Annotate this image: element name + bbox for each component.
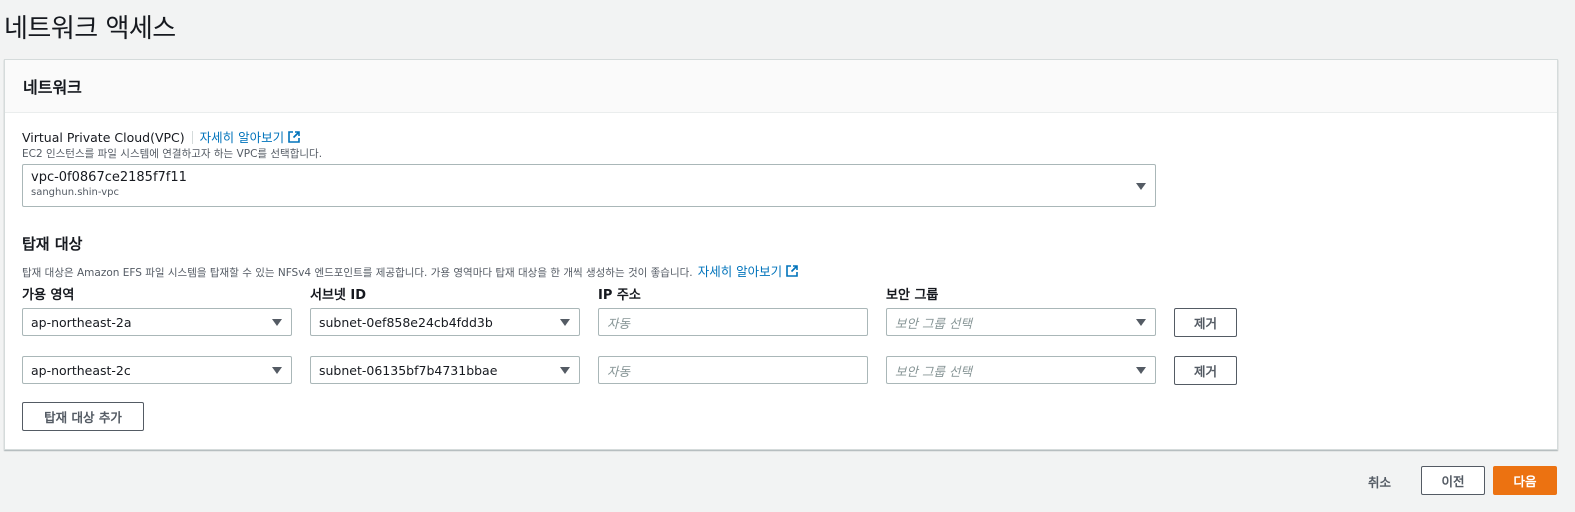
ip-placeholder: 자동 <box>607 315 631 331</box>
az-select[interactable]: ap-northeast-2c <box>22 356 292 384</box>
divider <box>191 131 193 144</box>
add-mount-target-button[interactable]: 탑재 대상 추가 <box>22 402 144 431</box>
az-value: ap-northeast-2a <box>31 314 132 330</box>
az-value: ap-northeast-2c <box>31 362 131 378</box>
caret-down-icon <box>1136 182 1146 190</box>
column-header-ip: IP 주소 <box>598 288 641 303</box>
vpc-selected-id: vpc-0f0867ce2185f7f11 <box>31 170 187 185</box>
subnet-select[interactable]: subnet-06135bf7b4731bbae <box>310 356 580 384</box>
az-select[interactable]: ap-northeast-2a <box>22 308 292 336</box>
caret-down-icon <box>560 367 570 374</box>
caret-down-icon <box>560 319 570 326</box>
security-group-placeholder: 보안 그룹 선택 <box>895 363 972 379</box>
network-section-title: 네트워크 <box>23 78 82 97</box>
vpc-label-row: Virtual Private Cloud(VPC) 자세히 알아보기 <box>22 127 300 146</box>
caret-down-icon <box>1136 367 1146 374</box>
caret-down-icon <box>272 319 282 326</box>
external-link-icon <box>288 131 300 143</box>
network-panel: 네트워크 Virtual Private Cloud(VPC) 자세히 알아보기 … <box>4 59 1558 450</box>
mount-targets-title: 탑재 대상 <box>22 235 83 253</box>
previous-button[interactable]: 이전 <box>1421 466 1485 495</box>
ip-address-input[interactable]: 자동 <box>598 356 868 384</box>
security-group-select[interactable]: 보안 그룹 선택 <box>886 356 1156 384</box>
vpc-learn-more-label: 자세히 알아보기 <box>199 130 285 145</box>
vpc-description: EC2 인스턴스를 파일 시스템에 연결하고자 하는 VPC를 선택합니다. <box>22 148 323 160</box>
mount-targets-learn-more-link[interactable]: 자세히 알아보기 <box>698 264 798 279</box>
remove-button[interactable]: 제거 <box>1174 308 1237 337</box>
vpc-learn-more-link[interactable]: 자세히 알아보기 <box>200 130 300 145</box>
panel-header: 네트워크 <box>5 60 1557 113</box>
subnet-select[interactable]: subnet-0ef858e24cb4fdd3b <box>310 308 580 336</box>
mount-targets-description: 탑재 대상은 Amazon EFS 파일 시스템을 탑재할 수 있는 NFSv4… <box>22 267 693 279</box>
ip-placeholder: 자동 <box>607 363 631 379</box>
subnet-value: subnet-06135bf7b4731bbae <box>319 362 498 378</box>
page-title: 네트워크 액세스 <box>4 14 176 44</box>
vpc-selected-name: sanghun.shin-vpc <box>31 187 119 198</box>
subnet-value: subnet-0ef858e24cb4fdd3b <box>319 314 493 330</box>
caret-down-icon <box>272 367 282 374</box>
column-header-az: 가용 영역 <box>22 288 75 303</box>
external-link-icon <box>786 265 798 277</box>
ip-address-input[interactable]: 자동 <box>598 308 868 336</box>
caret-down-icon <box>1136 319 1146 326</box>
column-header-sg: 보안 그룹 <box>886 288 939 303</box>
remove-button[interactable]: 제거 <box>1174 356 1237 385</box>
cancel-button[interactable]: 취소 <box>1368 472 1391 491</box>
column-header-subnet: 서브넷 ID <box>310 288 367 303</box>
next-button[interactable]: 다음 <box>1493 466 1557 495</box>
vpc-select[interactable]: vpc-0f0867ce2185f7f11 sanghun.shin-vpc <box>22 164 1156 207</box>
mount-targets-description-row: 탑재 대상은 Amazon EFS 파일 시스템을 탑재할 수 있는 NFSv4… <box>22 261 798 280</box>
vpc-label: Virtual Private Cloud(VPC) <box>22 130 185 145</box>
mount-targets-learn-more-label: 자세히 알아보기 <box>697 264 783 279</box>
security-group-select[interactable]: 보안 그룹 선택 <box>886 308 1156 336</box>
security-group-placeholder: 보안 그룹 선택 <box>895 315 972 331</box>
